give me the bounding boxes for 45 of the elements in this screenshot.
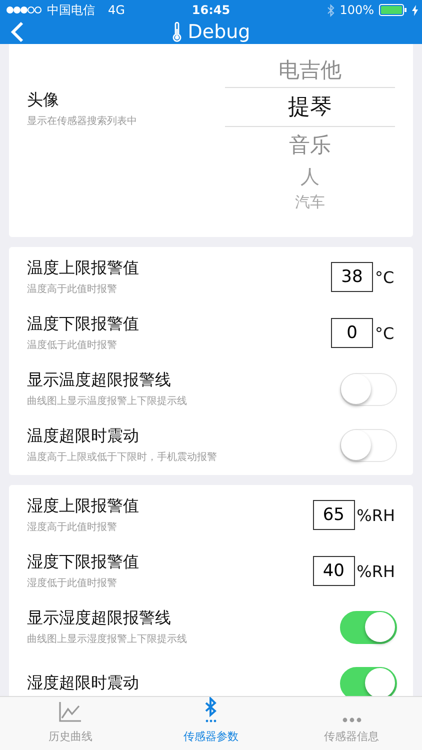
- picker-option[interactable]: 提琴: [225, 87, 395, 127]
- setting-description: 温度低于此值时报警: [27, 338, 117, 352]
- setting-title: 显示湿度超限报警线: [27, 608, 171, 629]
- toggle-switch[interactable]: [340, 610, 397, 644]
- status-time: 16:45: [192, 3, 230, 17]
- setting-description: 温度高于此值时报警: [27, 282, 117, 296]
- carrier-name: 中国电信: [47, 2, 95, 18]
- battery-icon: [379, 4, 407, 16]
- setting-title: 湿度超限时震动: [27, 672, 139, 694]
- setting-title: 温度超限时震动: [27, 426, 139, 447]
- more-icon: [342, 717, 362, 723]
- setting-title: 温度上限报警值: [27, 258, 139, 279]
- toggle-switch[interactable]: [340, 666, 397, 696]
- unit-label: °C: [375, 324, 395, 342]
- setting-description: 曲线图上显示湿度报警上下限提示线: [27, 632, 187, 646]
- bluetooth-icon: [204, 697, 218, 723]
- setting-description: 温度高于上限或低于下限时，手机震动报警: [27, 450, 217, 464]
- unit-label: %RH: [356, 562, 395, 580]
- back-icon: [10, 21, 24, 43]
- value-field[interactable]: 40: [312, 556, 355, 586]
- value-field[interactable]: 38: [331, 262, 373, 292]
- thermometer-icon: [172, 22, 182, 42]
- tab[interactable]: 历史曲线: [0, 697, 141, 750]
- unit-label: °C: [375, 268, 395, 286]
- setting-description: 曲线图上显示温度报警上下限提示线: [27, 394, 187, 408]
- battery-percent: 100%: [340, 3, 374, 17]
- setting-description: 显示在传感器搜索列表中: [27, 114, 137, 128]
- value-field[interactable]: 0: [331, 318, 373, 348]
- unit-label: %RH: [356, 506, 395, 524]
- setting-title: 温度下限报警值: [27, 314, 139, 335]
- tab[interactable]: 传感器参数: [140, 697, 282, 750]
- setting-title: 湿度下限报警值: [27, 552, 139, 573]
- tab[interactable]: 传感器信息: [281, 697, 422, 750]
- value-field[interactable]: 65: [312, 500, 355, 530]
- setting-description: 湿度低于此值时报警: [27, 576, 117, 590]
- setting-title: 显示温度超限报警线: [27, 370, 171, 391]
- network-type: 4G: [108, 3, 125, 17]
- setting-description: 湿度高于此值时报警: [27, 520, 117, 534]
- signal-icon: [6, 6, 42, 14]
- setting-title: 湿度上限报警值: [27, 496, 139, 517]
- window-title: Debug: [188, 21, 250, 43]
- bluetooth-icon: [326, 4, 335, 16]
- line-chart-icon: [58, 701, 82, 723]
- setting-title: 头像: [27, 90, 59, 111]
- charging-icon: [412, 4, 418, 16]
